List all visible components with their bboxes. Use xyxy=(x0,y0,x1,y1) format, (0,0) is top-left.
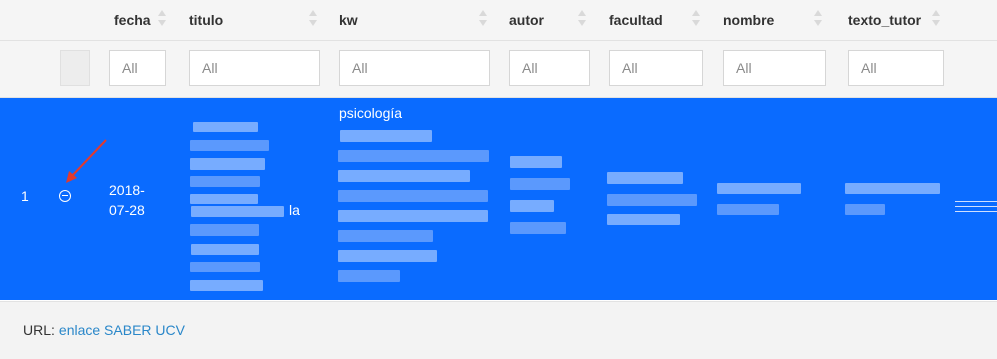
kw-first-line: psicología xyxy=(339,105,403,121)
red-arrow-icon xyxy=(66,139,107,183)
redacted-text xyxy=(191,244,259,255)
minus-circle-icon[interactable] xyxy=(59,190,71,202)
redacted-text xyxy=(338,250,437,262)
url-line: URL: enlace SABER UCV xyxy=(23,322,185,338)
redacted-text xyxy=(338,230,433,242)
redacted-text xyxy=(607,194,697,206)
sort-icon-texto-tutor[interactable] xyxy=(932,10,940,28)
header-texto-tutor[interactable]: texto_tutor xyxy=(848,12,921,28)
redacted-text xyxy=(845,204,885,215)
redacted-text xyxy=(510,200,554,212)
row-detail-footer: URL: enlace SABER UCV xyxy=(0,301,997,359)
titulo-visible-word: la xyxy=(289,202,300,218)
sort-icon-titulo[interactable] xyxy=(309,10,317,28)
filter-fecha[interactable] xyxy=(109,50,166,86)
filter-titulo[interactable] xyxy=(189,50,320,86)
redacted-text xyxy=(607,172,683,184)
header-autor[interactable]: autor xyxy=(509,12,544,28)
sort-icon-facultad[interactable] xyxy=(692,10,700,28)
table-row-selected[interactable]: 1 2018-07-28 la psicología xyxy=(0,98,997,300)
filter-facultad-input[interactable] xyxy=(610,51,702,85)
scroll-indicator xyxy=(955,201,997,213)
redacted-text xyxy=(193,122,258,132)
redacted-text xyxy=(190,140,269,151)
header-titulo[interactable]: titulo xyxy=(189,12,223,28)
redacted-text xyxy=(340,130,432,142)
redacted-text xyxy=(338,270,400,282)
header-nombre[interactable]: nombre xyxy=(723,12,774,28)
redacted-text xyxy=(510,178,570,190)
filter-titulo-input[interactable] xyxy=(190,51,319,85)
filter-texto-tutor-input[interactable] xyxy=(849,51,943,85)
redacted-text xyxy=(190,158,265,170)
table-header: fecha titulo kw autor facultad nombre te… xyxy=(0,0,997,41)
filter-facultad[interactable] xyxy=(609,50,703,86)
filter-texto-tutor[interactable] xyxy=(848,50,944,86)
redacted-text xyxy=(190,262,260,272)
filter-nombre-input[interactable] xyxy=(724,51,825,85)
sort-icon-kw[interactable] xyxy=(479,10,487,28)
filter-kw[interactable] xyxy=(339,50,490,86)
redacted-text xyxy=(338,150,489,162)
redacted-text xyxy=(338,170,470,182)
redacted-text xyxy=(338,210,488,222)
row-number: 1 xyxy=(21,188,29,204)
sort-icon-fecha[interactable] xyxy=(158,10,166,28)
filter-blank xyxy=(60,50,90,86)
sort-icon-autor[interactable] xyxy=(578,10,586,28)
filter-autor[interactable] xyxy=(509,50,590,86)
redacted-text xyxy=(510,222,566,234)
redacted-text xyxy=(190,194,258,204)
row-date: 2018-07-28 xyxy=(109,182,145,218)
redacted-text xyxy=(190,176,260,187)
redacted-text xyxy=(717,204,779,215)
redacted-text xyxy=(190,224,259,236)
redacted-text xyxy=(190,280,263,291)
filter-kw-input[interactable] xyxy=(340,51,489,85)
header-kw[interactable]: kw xyxy=(339,12,358,28)
redacted-text xyxy=(510,156,562,168)
filter-nombre[interactable] xyxy=(723,50,826,86)
redacted-text xyxy=(845,183,940,194)
filter-autor-input[interactable] xyxy=(510,51,589,85)
url-label-text: URL: xyxy=(23,322,55,338)
saber-ucv-link[interactable]: enlace SABER UCV xyxy=(59,322,185,338)
header-fecha[interactable]: fecha xyxy=(114,12,151,28)
header-facultad[interactable]: facultad xyxy=(609,12,663,28)
redacted-text xyxy=(338,190,488,202)
redacted-text xyxy=(607,214,680,225)
filter-fecha-input[interactable] xyxy=(110,51,165,85)
redacted-text xyxy=(717,183,801,194)
sort-icon-nombre[interactable] xyxy=(814,10,822,28)
filter-row xyxy=(0,41,997,98)
redacted-text xyxy=(191,206,284,217)
